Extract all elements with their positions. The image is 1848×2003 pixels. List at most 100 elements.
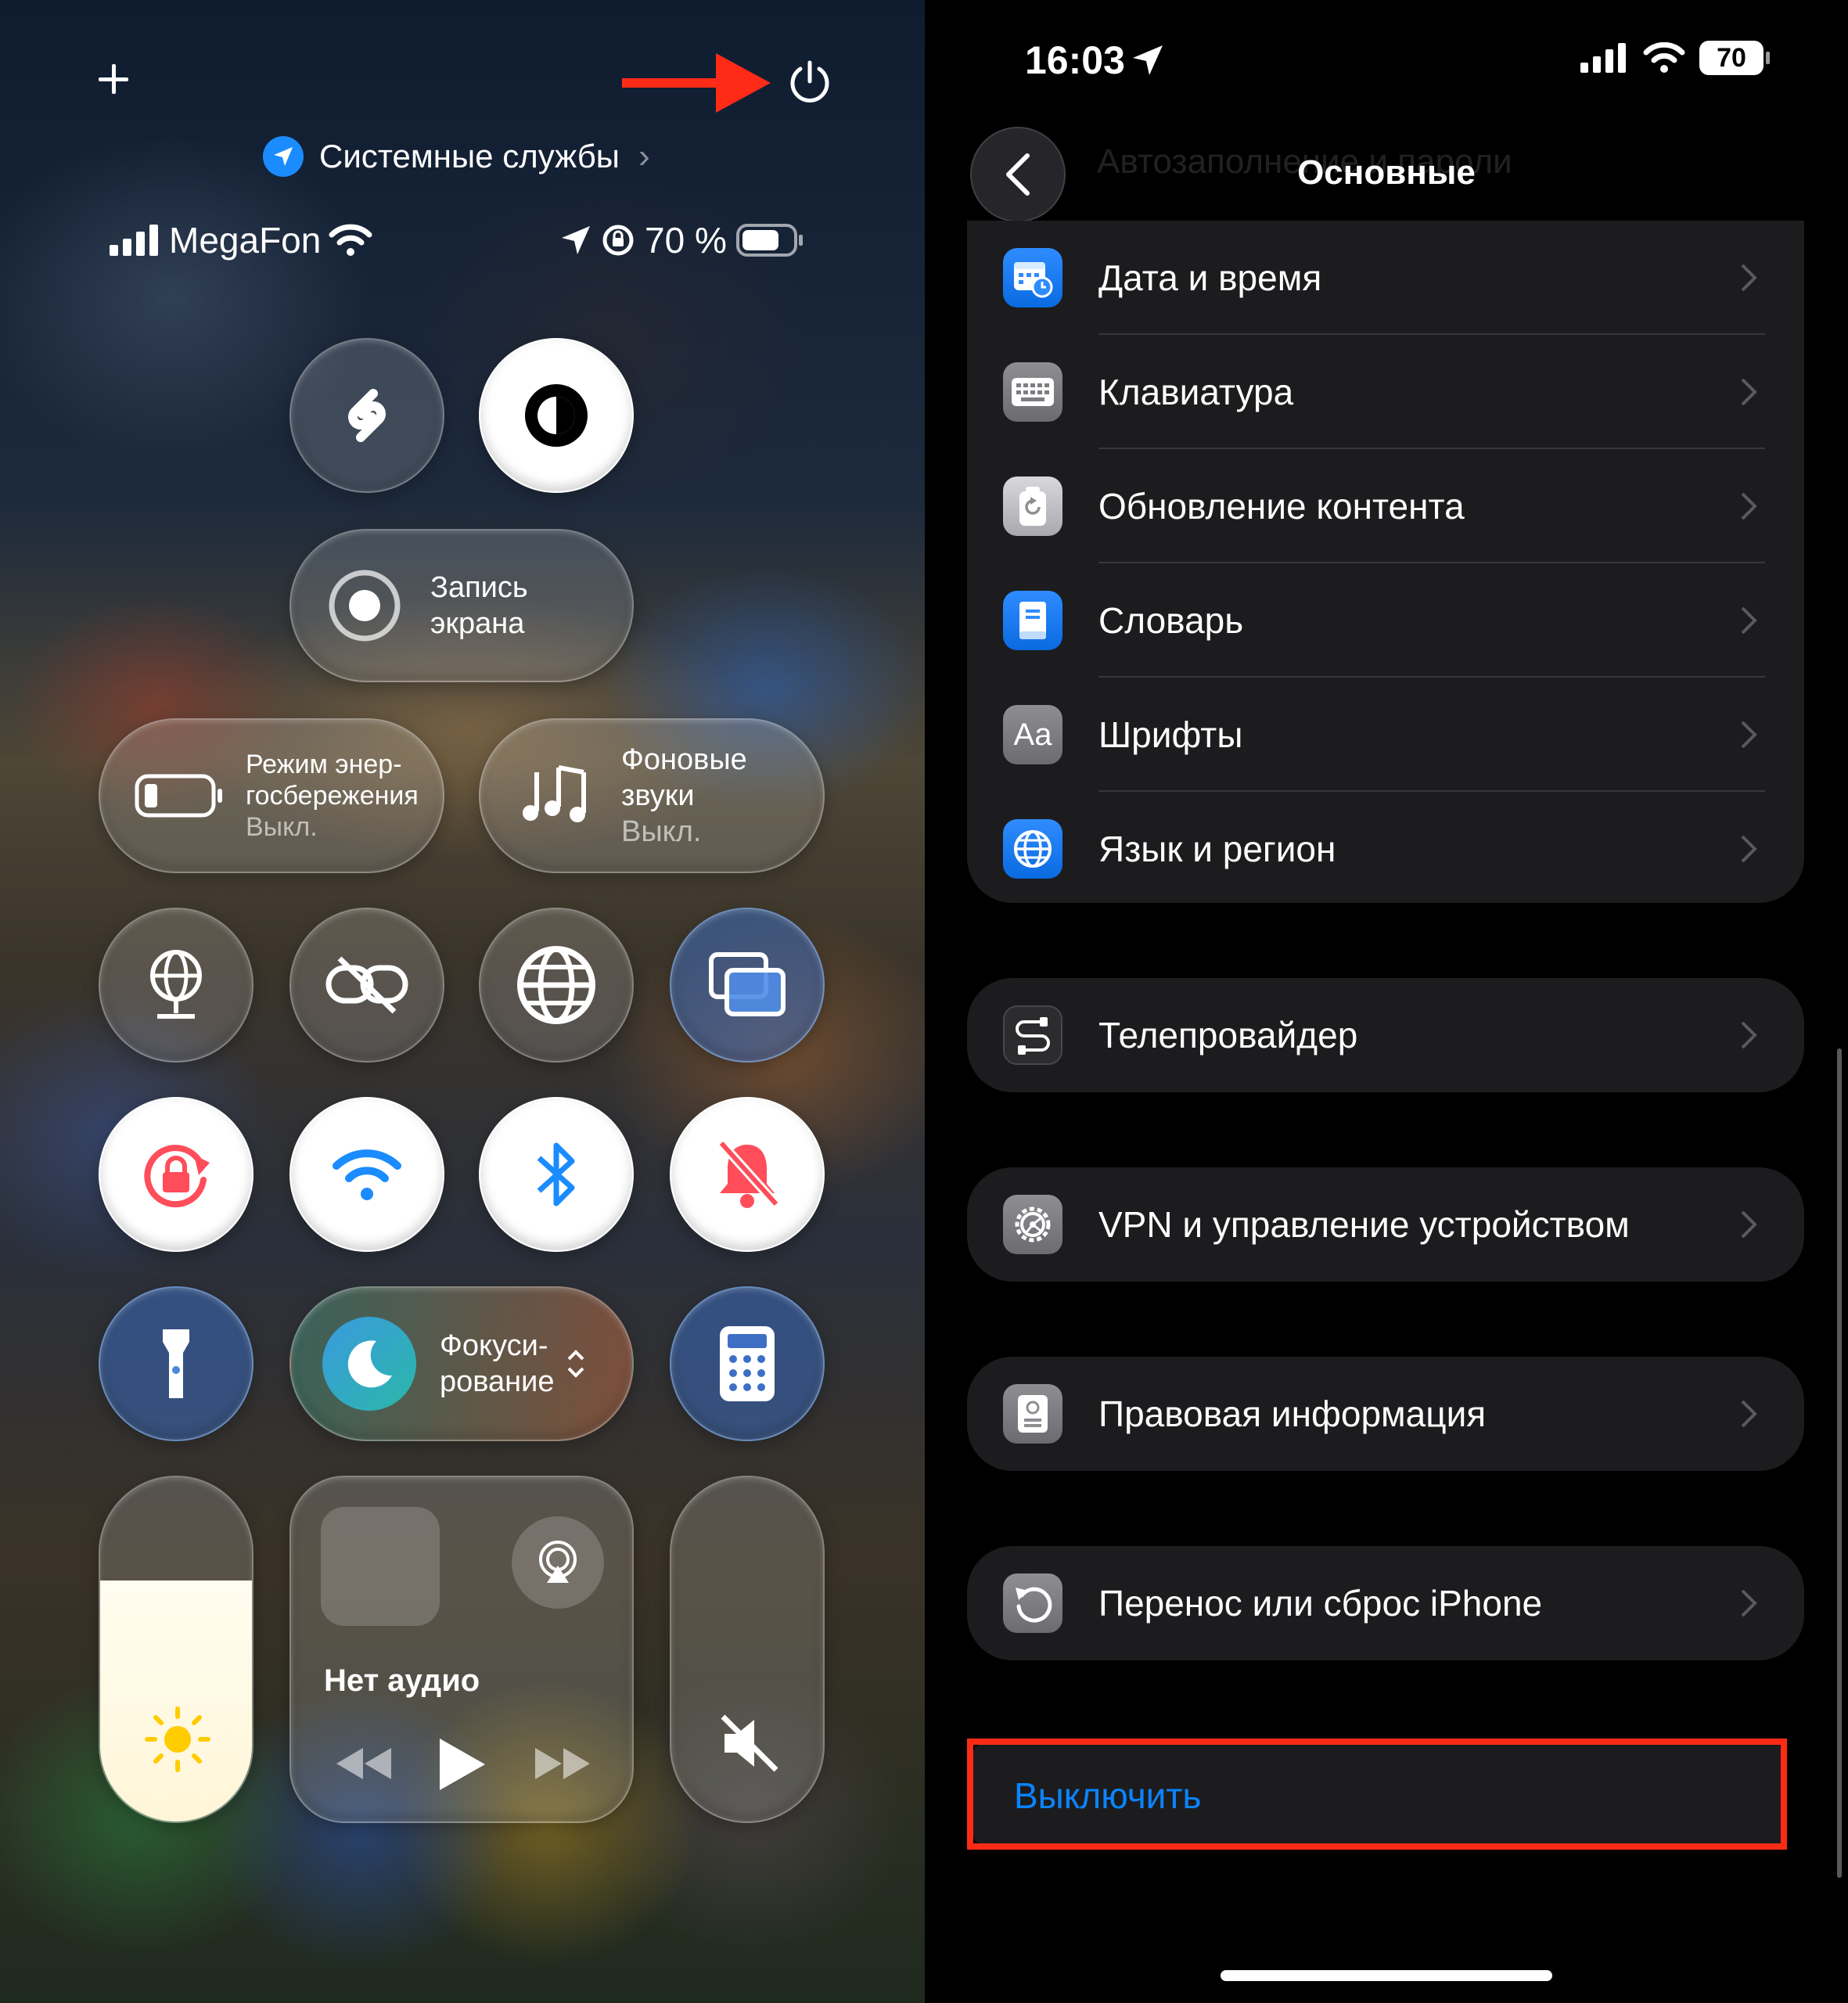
shutdown-highlight-annotation: Выключить bbox=[967, 1739, 1787, 1850]
link-off-button[interactable] bbox=[289, 908, 444, 1063]
back-button[interactable] bbox=[970, 127, 1066, 222]
bg-sounds-line2: звуки bbox=[621, 779, 695, 812]
silent-mode-button[interactable] bbox=[670, 1097, 825, 1252]
tv-provider-icon bbox=[1003, 1005, 1062, 1065]
add-control-plus-icon[interactable] bbox=[95, 61, 133, 99]
settings-row-dictionary[interactable]: Словарь bbox=[967, 563, 1804, 678]
wifi-icon bbox=[1643, 42, 1685, 73]
network-globe-button[interactable] bbox=[99, 908, 253, 1063]
status-bar-time: 16:03 bbox=[1025, 38, 1164, 83]
chevron-right-icon bbox=[1741, 1021, 1757, 1049]
keyboard-icon bbox=[1003, 362, 1062, 422]
dark-mode-icon bbox=[525, 384, 588, 447]
link-slash-icon bbox=[325, 956, 408, 1014]
globe-icon bbox=[517, 946, 595, 1024]
flashlight-button[interactable] bbox=[99, 1286, 253, 1441]
carrier-name: MegaFon bbox=[169, 220, 322, 261]
globe-button[interactable] bbox=[479, 908, 634, 1063]
font-icon: Aa bbox=[1003, 705, 1062, 764]
location-arrow-icon bbox=[263, 136, 304, 177]
no-audio-label: Нет аудио bbox=[324, 1663, 480, 1698]
settings-row-label: Клавиатура bbox=[1098, 372, 1294, 412]
cellular-signal-icon bbox=[110, 225, 158, 256]
album-art-placeholder bbox=[321, 1507, 440, 1626]
settings-row-tv-provider[interactable]: Телепровайдер bbox=[967, 978, 1804, 1092]
record-icon bbox=[329, 570, 401, 642]
shutdown-row[interactable]: Выключить bbox=[973, 1745, 1781, 1843]
chevron-right-icon bbox=[1741, 835, 1757, 863]
play-icon[interactable] bbox=[437, 1735, 488, 1793]
brightness-fill bbox=[100, 1580, 252, 1821]
reset-arrow-icon bbox=[1003, 1573, 1062, 1633]
brightness-slider[interactable] bbox=[99, 1476, 253, 1823]
fast-forward-icon[interactable] bbox=[534, 1746, 591, 1781]
globe-icon bbox=[1003, 819, 1062, 879]
screen-mirroring-icon bbox=[709, 952, 786, 1016]
settings-row-label: Язык и регион bbox=[1098, 829, 1336, 869]
focus-label: Фокуси- рование bbox=[440, 1328, 555, 1400]
screen-recording-button[interactable]: Запись экрана bbox=[289, 529, 634, 682]
settings-row-label: Дата и время bbox=[1098, 257, 1322, 298]
cc-status-right: 70 % bbox=[560, 219, 804, 261]
bluetooth-icon bbox=[537, 1142, 575, 1206]
legal-document-icon bbox=[1003, 1384, 1062, 1444]
wifi-icon bbox=[333, 1149, 401, 1200]
gear-icon bbox=[1003, 1195, 1062, 1254]
home-indicator bbox=[1221, 1970, 1552, 1981]
settings-row-label: Обновление контента bbox=[1098, 486, 1465, 527]
shazam-button[interactable] bbox=[289, 338, 444, 493]
settings-row-date-time[interactable]: Дата и время bbox=[967, 221, 1804, 335]
chevron-right-icon bbox=[1741, 721, 1757, 749]
calculator-button[interactable] bbox=[670, 1286, 825, 1441]
chevron-right-icon bbox=[1741, 492, 1757, 520]
airplay-button[interactable] bbox=[512, 1516, 604, 1609]
red-arrow-annotation bbox=[622, 53, 771, 113]
settings-row-label: Словарь bbox=[1098, 600, 1244, 641]
dark-mode-button[interactable] bbox=[479, 338, 634, 493]
settings-row-legal[interactable]: Правовая информация bbox=[967, 1357, 1804, 1471]
control-center-panel: Системные службы › MegaFon 70 % Запись э… bbox=[0, 0, 925, 2003]
rewind-icon[interactable] bbox=[335, 1746, 393, 1781]
settings-row-label: Перенос или сброс iPhone bbox=[1098, 1583, 1543, 1624]
focus-line2: рование bbox=[440, 1365, 555, 1398]
rotation-lock-icon bbox=[144, 1145, 210, 1208]
power-icon[interactable] bbox=[785, 56, 835, 106]
speaker-muted-icon bbox=[721, 1714, 778, 1772]
rotation-lock-icon bbox=[602, 225, 634, 256]
settings-row-vpn[interactable]: VPN и управление устройством bbox=[967, 1167, 1804, 1282]
tv-provider-group: Телепровайдер bbox=[967, 978, 1804, 1092]
low-power-mode-button[interactable]: Режим энер- госбережения Выкл. bbox=[99, 718, 444, 873]
chevron-left-icon bbox=[1006, 153, 1030, 196]
focus-moon-badge bbox=[322, 1317, 416, 1411]
focus-button[interactable]: Фокуси- рование bbox=[289, 1286, 634, 1441]
transfer-reset-group: Перенос или сброс iPhone bbox=[967, 1546, 1804, 1660]
system-services-label: Системные службы bbox=[319, 138, 620, 174]
screen-recording-label: Запись экрана bbox=[430, 570, 528, 642]
vpn-group: VPN и управление устройством bbox=[967, 1167, 1804, 1282]
now-playing-module[interactable]: Нет аудио bbox=[289, 1476, 634, 1823]
sun-icon bbox=[145, 1706, 210, 1772]
wifi-toggle-button[interactable] bbox=[289, 1097, 444, 1252]
shutdown-button[interactable]: Выключить bbox=[1014, 1775, 1201, 1817]
chevron-right-icon bbox=[1741, 264, 1757, 292]
flashlight-icon bbox=[163, 1329, 189, 1398]
settings-row-transfer-reset[interactable]: Перенос или сброс iPhone bbox=[967, 1546, 1804, 1660]
background-sounds-button[interactable]: Фоновые звуки Выкл. bbox=[479, 718, 825, 873]
moon-icon bbox=[347, 1340, 392, 1388]
scroll-indicator bbox=[1837, 1048, 1842, 1878]
volume-slider[interactable] bbox=[670, 1476, 825, 1823]
calculator-icon bbox=[720, 1326, 775, 1401]
settings-row-background-refresh[interactable]: Обновление контента bbox=[967, 449, 1804, 563]
low-power-label: Режим энер- госбережения Выкл. bbox=[246, 749, 419, 843]
screen-mirroring-button[interactable] bbox=[670, 908, 825, 1063]
chevron-right-icon bbox=[1741, 1400, 1757, 1428]
rotation-lock-button[interactable] bbox=[99, 1097, 253, 1252]
bluetooth-toggle-button[interactable] bbox=[479, 1097, 634, 1252]
system-services-link[interactable]: Системные службы › bbox=[263, 135, 650, 178]
settings-row-keyboard[interactable]: Клавиатура bbox=[967, 335, 1804, 449]
settings-row-fonts[interactable]: Aa Шрифты bbox=[967, 678, 1804, 792]
screen-recording-line2: экрана bbox=[430, 607, 525, 640]
chevron-up-down-icon bbox=[567, 1350, 584, 1378]
chevron-right-icon: › bbox=[638, 137, 650, 175]
settings-row-language-region[interactable]: Язык и регион bbox=[967, 792, 1804, 903]
